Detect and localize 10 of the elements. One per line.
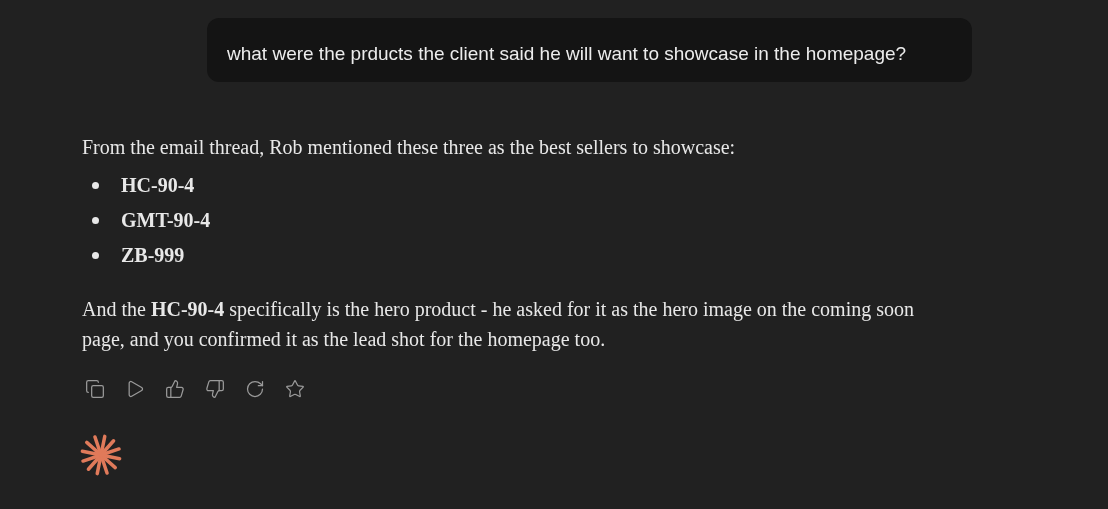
response-paragraph: From the email thread, Rob mentioned these three as the best sellers to showcase:	[82, 135, 737, 160]
product-item: ZB-999	[121, 243, 185, 268]
bullet-icon	[92, 216, 99, 224]
user-message: what were the prducts the client said he will want to showcase in the homepage?	[207, 18, 972, 82]
product-item: HC-90-4	[121, 173, 195, 198]
bullet-icon	[92, 181, 99, 189]
product-item: GMT-90-4	[121, 208, 211, 233]
logo-icon	[80, 434, 122, 476]
bullet-icon	[92, 251, 99, 259]
response-paragraph: And the HC-90-4 specifically is the hero product - he asked for it as the hero image on the coming soon page, and you confirmed it as the lead shot for the homepage too.	[82, 297, 915, 353]
